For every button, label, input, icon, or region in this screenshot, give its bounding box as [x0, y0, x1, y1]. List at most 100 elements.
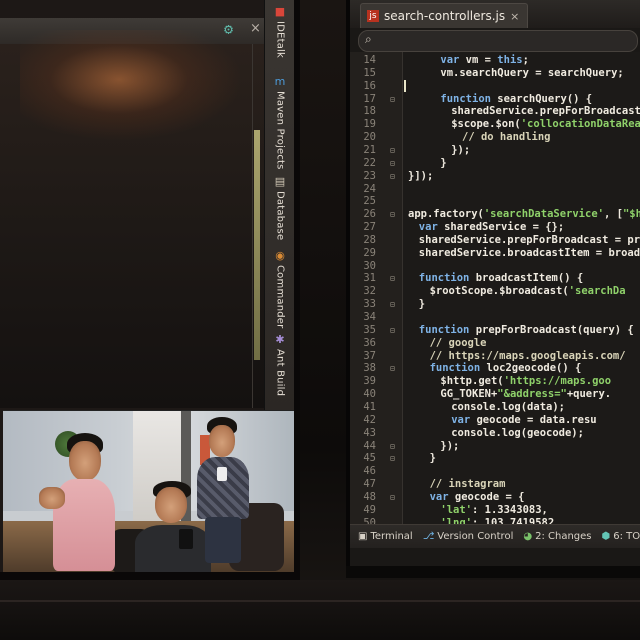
code-line: 21 ⊟});: [350, 144, 640, 157]
code-line: 42 var geocode = data.resu: [350, 414, 640, 427]
line-number: 42: [363, 413, 376, 426]
terminal-tool-button[interactable]: ▣ Terminal: [358, 531, 413, 542]
line-number: 34: [363, 311, 376, 323]
desk-edge: [0, 600, 640, 602]
code-text: function broadcastItem() {: [418, 272, 584, 285]
code-line: 39 $http.get('https://maps.goo: [350, 375, 640, 388]
tool-button-label: Version Control: [437, 531, 514, 542]
fold-marker-icon[interactable]: ⊟: [390, 208, 395, 221]
find-bar: ⌕: [358, 30, 638, 52]
fold-marker-icon[interactable]: ⊟: [390, 440, 395, 453]
code-editor[interactable]: 14 var vm = this; 15 vm.searchQuery = searc…: [350, 52, 640, 529]
sidebar-item-commander[interactable]: ◉ Commander: [268, 250, 292, 328]
lamp-reflection: [20, 30, 240, 140]
version-control-icon: ⎇: [422, 531, 435, 542]
fold-marker-icon[interactable]: ⊟: [390, 144, 395, 157]
fold-marker-icon[interactable]: ⊟: [390, 93, 395, 106]
code-text: function prepForBroadcast(query) {: [418, 323, 634, 336]
code-text: $http.get('https://maps.goo: [440, 375, 612, 388]
code-line: 46: [350, 465, 640, 478]
code-line: 44 ⊟});: [350, 440, 640, 453]
line-number: 49: [363, 503, 376, 516]
code-text: // https://maps.googleapis.com/: [429, 349, 626, 362]
line-number: 47: [363, 478, 376, 491]
sidebar-item-label: Ant Build: [274, 349, 286, 397]
code-text: // instagram: [429, 478, 506, 491]
tool-button-label: 6: TOD: [613, 531, 640, 542]
line-number: 41: [363, 400, 376, 413]
fold-marker-icon[interactable]: ⊟: [390, 362, 395, 375]
fold-marker-icon[interactable]: ⊟: [390, 157, 395, 170]
line-number: 23: [363, 169, 376, 182]
code-text: var geocode = data.resu: [451, 413, 597, 426]
code-text: }]);: [408, 169, 434, 182]
code-text: sharedService.prepForBroadcast(: [451, 105, 640, 118]
database-icon: ▤: [274, 175, 286, 188]
line-number: 28: [363, 233, 376, 246]
sidebar-item-maven-projects[interactable]: m Maven Projects: [268, 76, 292, 170]
line-number: 14: [363, 54, 376, 66]
line-number: 48: [363, 490, 376, 503]
panel-divider: [252, 44, 253, 408]
sidebar-item-label: Database: [274, 191, 286, 241]
code-line: 38 ⊟ function loc2geocode() {: [350, 362, 640, 375]
changes-icon: ◕: [523, 531, 533, 542]
sidebar-item-label: Maven Projects: [274, 91, 286, 170]
tool-window-bar: ▣ Terminal ⎇ Version Control ◕ 2: Change…: [350, 524, 640, 548]
file-tab[interactable]: js search-controllers.js ×: [360, 3, 529, 28]
line-number: 20: [363, 131, 376, 144]
search-input[interactable]: [383, 33, 627, 49]
code-text: sharedService.prepForBroadcast = pr: [418, 233, 640, 246]
code-text: console.log(geocode);: [451, 426, 584, 439]
fold-marker-icon[interactable]: ⊟: [390, 272, 395, 285]
code-text: sharedService.broadcastItem = broad: [418, 246, 640, 259]
fold-marker-icon[interactable]: ⊟: [390, 452, 395, 465]
close-icon[interactable]: ×: [250, 21, 261, 36]
code-line: 29 sharedService.broadcastItem = broad: [350, 247, 640, 260]
line-number: 39: [363, 375, 376, 388]
code-line: 24: [350, 183, 640, 196]
line-number: 43: [363, 426, 376, 439]
code-line: 14 var vm = this;: [350, 54, 640, 67]
file-tab-label: search-controllers.js: [384, 9, 506, 23]
code-text: });: [440, 439, 460, 452]
version-control-tool-button[interactable]: ⎇ Version Control: [423, 531, 514, 542]
code-line: 34: [350, 311, 640, 324]
search-icon[interactable]: ⌕: [365, 32, 372, 47]
fold-marker-icon[interactable]: ⊟: [390, 170, 395, 183]
tool-window-sidebar: ■ IDEtalk m Maven Projects ▤ Database ◉ …: [264, 0, 294, 410]
javascript-file-icon: js: [367, 10, 379, 22]
line-number: 17: [363, 92, 376, 105]
line-number: 45: [363, 452, 376, 465]
scrollbar-marker[interactable]: [254, 130, 260, 360]
fold-marker-icon[interactable]: ⊟: [390, 298, 395, 311]
line-number: 15: [363, 66, 376, 79]
todo-tool-button[interactable]: ⬢ 6: TOD: [602, 531, 640, 542]
tool-button-label: Terminal: [370, 531, 413, 542]
code-line: 18 sharedService.prepForBroadcast(: [350, 105, 640, 118]
line-number: 38: [363, 362, 376, 375]
fold-marker-icon[interactable]: ⊟: [390, 324, 395, 337]
tool-button-label: 2: Changes: [535, 531, 592, 542]
code-line: 32 $rootScope.$broadcast('searchDa: [350, 285, 640, 298]
code-line: 43 console.log(geocode);: [350, 427, 640, 440]
close-icon[interactable]: ×: [510, 10, 519, 23]
sidebar-item-database[interactable]: ▤ Database: [268, 176, 292, 240]
code-line: 23 ⊟}]);: [350, 170, 640, 183]
fold-marker-icon[interactable]: ⊟: [390, 491, 395, 504]
code-line: 19 $scope.$on('collocationDataRead: [350, 118, 640, 131]
code-text: $rootScope.$broadcast('searchDa: [429, 285, 626, 298]
changes-tool-button[interactable]: ◕ 2: Changes: [523, 531, 591, 542]
sidebar-item-idetalk[interactable]: ■ IDEtalk: [268, 6, 292, 58]
code-text: app.factory('searchDataService', ["$htt: [408, 208, 640, 221]
code-line: 45 ⊟}: [350, 452, 640, 465]
line-number: 36: [363, 336, 376, 349]
line-number: 29: [363, 246, 376, 259]
code-line: 47 // instagram: [350, 478, 640, 491]
line-number: 37: [363, 349, 376, 362]
code-text: // google: [429, 336, 487, 349]
line-number: 21: [363, 143, 376, 156]
code-text: 'lat': 1.3343083,: [440, 503, 548, 516]
code-text: $scope.$on('collocationDataRead: [451, 118, 640, 131]
sidebar-item-ant-build[interactable]: ✱ Ant Build: [268, 334, 292, 396]
